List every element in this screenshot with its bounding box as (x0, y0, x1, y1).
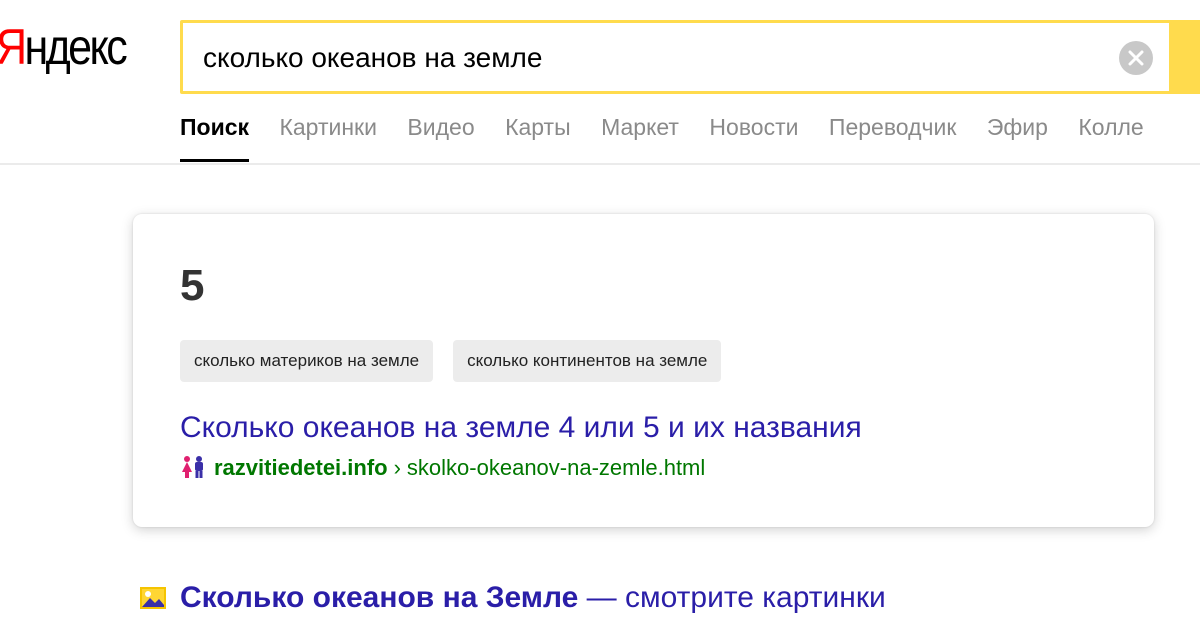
close-icon (1128, 50, 1144, 66)
logo-rest: ндекс (24, 19, 127, 75)
tab-translator[interactable]: Переводчик (829, 112, 956, 142)
search-box (180, 20, 1200, 94)
tab-efir[interactable]: Эфир (987, 112, 1048, 142)
header-divider (0, 163, 1200, 165)
result-title-link[interactable]: Сколько океанов на Земле — смотрите карт… (180, 581, 886, 614)
source-domain[interactable]: razvitiedetei.info (214, 455, 388, 480)
answer-source-title[interactable]: Сколько океанов на земле 4 или 5 и их на… (180, 410, 862, 446)
clear-search-button[interactable] (1119, 41, 1153, 75)
search-button[interactable] (1169, 20, 1200, 94)
image-icon (140, 587, 166, 609)
url-separator: › (393, 455, 401, 480)
related-query-chip[interactable]: сколько материков на земле (180, 340, 434, 382)
search-input[interactable] (203, 38, 1103, 78)
tab-video[interactable]: Видео (407, 112, 474, 142)
logo-first-letter: Я (0, 19, 27, 75)
answer-value: 5 (180, 261, 205, 310)
answer-card: 5 сколько материков на земле сколько конт… (133, 214, 1154, 527)
related-query-chip[interactable]: сколько континентов на земле (453, 340, 722, 382)
tab-market[interactable]: Маркет (601, 112, 679, 142)
search-result: Сколько океанов на Земле — смотрите карт… (140, 580, 886, 616)
children-icon (182, 456, 203, 478)
result-title-bold: Сколько океанов на Земле (180, 581, 579, 614)
tab-collections[interactable]: Колле (1078, 112, 1143, 142)
tab-maps[interactable]: Карты (505, 112, 571, 142)
answer-source-url: razvitiedetei.info › skolko-okeanov-na-zem… (180, 454, 705, 482)
tab-news[interactable]: Новости (709, 112, 798, 142)
search-tabs: Поиск Картинки Видео Карты Маркет Новост… (180, 112, 1170, 164)
related-queries: сколько материков на земле сколько контин… (180, 340, 741, 382)
tab-search[interactable]: Поиск (180, 112, 250, 162)
tab-images[interactable]: Картинки (279, 112, 376, 142)
page: Яндекс Поиск Картинки Видео Карты Маркет… (0, 0, 1200, 628)
result-title-rest: — смотрите картинки (578, 581, 886, 614)
source-path[interactable]: skolko-okeanov-na-zemle.html (407, 455, 705, 480)
yandex-logo[interactable]: Яндекс (0, 19, 128, 75)
